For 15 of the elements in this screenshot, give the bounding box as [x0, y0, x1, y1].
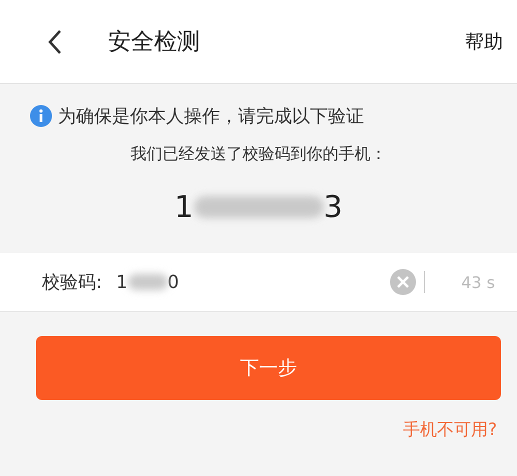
page-title: 安全检测: [108, 28, 201, 57]
sent-message: 我们已经发送了校验码到你的手机：: [130, 144, 386, 163]
next-button[interactable]: 下一步: [36, 336, 501, 400]
countdown-timer: 43 s: [461, 272, 495, 292]
notice-text: 为确保是你本人操作，请完成以下验证: [58, 105, 364, 128]
code-start: 1: [116, 272, 128, 292]
phone-end: 3: [324, 190, 343, 224]
help-link[interactable]: 帮助: [465, 28, 503, 54]
back-icon[interactable]: [48, 28, 62, 54]
phone-start: 1: [174, 190, 194, 224]
code-label: 校验码:: [42, 271, 102, 294]
code-end: 0: [168, 272, 179, 292]
info-icon: [30, 105, 52, 127]
phone-unavailable-link[interactable]: 手机不可用?: [402, 418, 497, 441]
blurred-code: [128, 274, 168, 290]
